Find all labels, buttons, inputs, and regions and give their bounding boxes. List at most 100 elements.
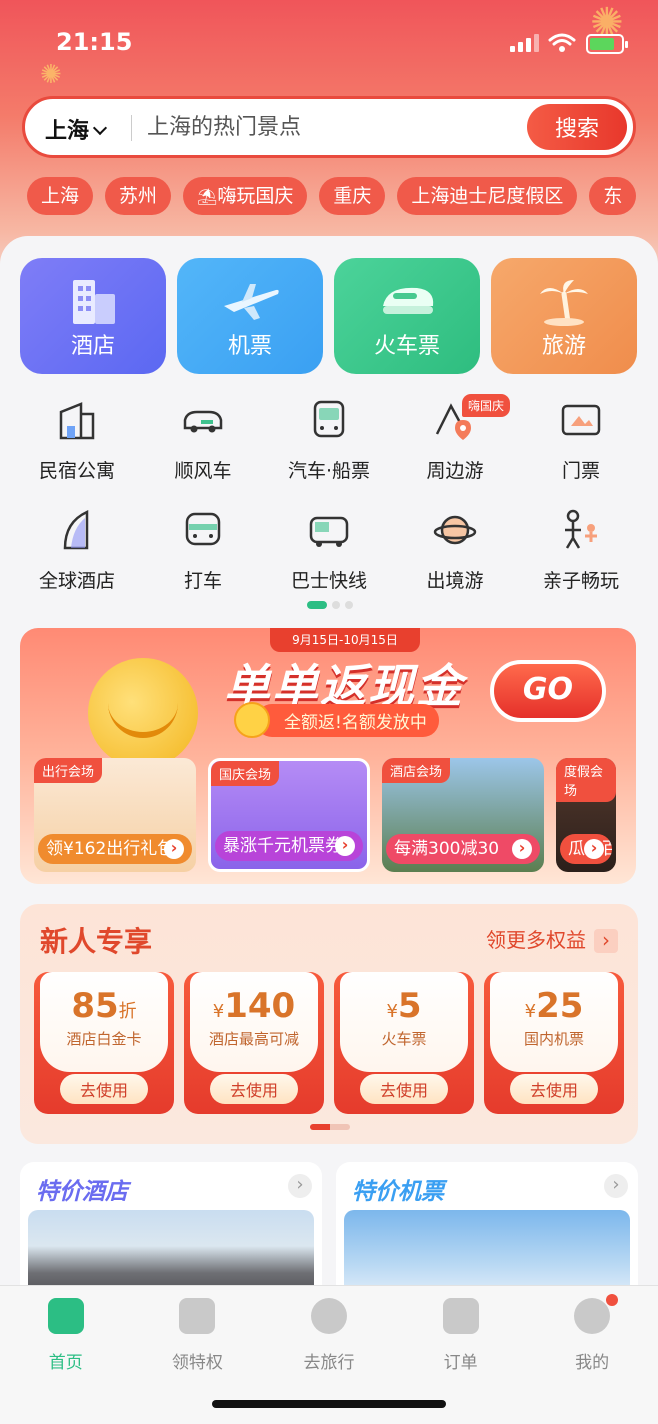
tab-label: 订单 bbox=[443, 1353, 478, 1373]
tab-privileges[interactable]: 领特权 bbox=[132, 1286, 264, 1373]
search-divider bbox=[131, 115, 132, 141]
tickets-item[interactable]: 门票 bbox=[518, 398, 644, 482]
express-bus-item[interactable]: 巴士快线 bbox=[266, 508, 392, 592]
ticket-picture-icon bbox=[561, 404, 601, 436]
status-time: 21:15 bbox=[56, 28, 133, 56]
venue-action[interactable]: 领¥162出行礼包 bbox=[38, 834, 192, 864]
card-title: 特价酒店 bbox=[36, 1179, 128, 1205]
airplane-icon bbox=[224, 284, 279, 320]
ride-share-item[interactable]: 顺风车 bbox=[140, 398, 266, 482]
wifi-icon bbox=[548, 33, 576, 52]
travel-tile[interactable]: 旅游 bbox=[491, 258, 637, 374]
palm-tree-icon bbox=[540, 280, 588, 326]
home-indicator[interactable] bbox=[212, 1400, 446, 1408]
search-button[interactable]: 搜索 bbox=[527, 104, 627, 150]
sail-building-icon bbox=[63, 510, 89, 550]
chip-national-day[interactable]: ⛱嗨玩国庆 bbox=[183, 177, 308, 215]
venue-action[interactable]: 每满300减30 bbox=[386, 834, 540, 864]
card-title: 特价机票 bbox=[352, 1179, 444, 1205]
homestay-item[interactable]: 民宿公寓 bbox=[14, 398, 140, 482]
use-coupon-button[interactable]: 去使用 bbox=[60, 1074, 148, 1104]
venue-action[interactable]: 暴涨千元机票券 bbox=[215, 831, 363, 861]
status-bar: 21:15 bbox=[0, 24, 658, 64]
promo-tag: 嗨国庆 bbox=[462, 394, 511, 417]
planet-icon bbox=[310, 1298, 347, 1334]
venue-hotel[interactable]: 酒店会场 每满300减30 bbox=[382, 758, 544, 872]
house-icon bbox=[59, 402, 95, 440]
train-tile[interactable]: 火车票 bbox=[334, 258, 480, 374]
more-benefits-link[interactable]: 领更多权益 › bbox=[486, 924, 618, 953]
outbound-trip-item[interactable]: 出境游 bbox=[392, 508, 518, 592]
coupon-page-indicator bbox=[310, 1124, 350, 1130]
travel-label: 旅游 bbox=[541, 334, 586, 359]
special-hotel-card[interactable]: 特价酒店 › bbox=[20, 1162, 322, 1302]
venue-action[interactable]: 瓜分百 bbox=[560, 834, 612, 864]
coupon-desc: 酒店最高可减 bbox=[208, 1030, 299, 1048]
coupon-hotel-platinum[interactable]: 85折 酒店白金卡 去使用 bbox=[34, 972, 174, 1114]
chevron-right-icon[interactable]: › bbox=[604, 1174, 628, 1198]
venue-tag: 度假会场 bbox=[556, 758, 616, 802]
ride-share-label: 顺风车 bbox=[174, 460, 232, 482]
secondary-services: 民宿公寓 顺风车 汽车·船票 嗨国庆 周边游 门票 全球酒店 打车 巴士快线 出… bbox=[14, 394, 644, 592]
chip-more[interactable]: 东 bbox=[589, 177, 637, 215]
chip-disney[interactable]: 上海迪士尼度假区 bbox=[397, 177, 578, 215]
promo-subtitle: 全额返!名额发放中 bbox=[256, 704, 439, 737]
family-icon bbox=[565, 509, 597, 549]
cashback-banner[interactable]: 9月15日-10月15日 单单返现金 全额返!名额发放中 GO 出行会场 领¥1… bbox=[20, 628, 636, 884]
taxi-item[interactable]: 打车 bbox=[140, 508, 266, 592]
diamond-icon bbox=[179, 1298, 216, 1334]
hotel-label: 酒店 bbox=[70, 334, 115, 359]
hotel-tile[interactable]: 酒店 bbox=[20, 258, 166, 374]
coupon-list: 85折 酒店白金卡 去使用 ¥140 酒店最高可减 去使用 ¥5 火车票 去使用… bbox=[34, 972, 624, 1114]
venue-travel[interactable]: 出行会场 领¥162出行礼包 bbox=[34, 758, 196, 872]
express-bus-label: 巴士快线 bbox=[290, 570, 367, 592]
smile-coin-icon bbox=[234, 702, 270, 738]
special-flight-card[interactable]: 特价机票 › bbox=[336, 1162, 638, 1302]
coupon-amount: ¥140 bbox=[212, 986, 296, 1026]
chevron-right-icon: › bbox=[594, 929, 618, 953]
tab-me[interactable]: 我的 bbox=[526, 1286, 658, 1373]
coupon-domestic-flight[interactable]: ¥25 国内机票 去使用 bbox=[484, 972, 624, 1114]
tab-orders[interactable]: 订单 bbox=[395, 1286, 527, 1373]
flight-tile[interactable]: 机票 bbox=[177, 258, 323, 374]
coupon-hotel-discount[interactable]: ¥140 酒店最高可减 去使用 bbox=[184, 972, 324, 1114]
search-input[interactable] bbox=[147, 111, 517, 143]
coupon-train[interactable]: ¥5 火车票 去使用 bbox=[334, 972, 474, 1114]
hotel-building-icon bbox=[73, 280, 115, 324]
tab-home[interactable]: 首页 bbox=[0, 1286, 132, 1373]
coupon-desc: 国内机票 bbox=[523, 1030, 584, 1048]
tab-go-travel[interactable]: 去旅行 bbox=[263, 1286, 395, 1373]
coin-mascot-icon bbox=[88, 658, 198, 768]
chip-chongqing[interactable]: 重庆 bbox=[319, 177, 386, 215]
bus-ship-label: 汽车·船票 bbox=[287, 460, 371, 482]
order-list-icon bbox=[442, 1298, 479, 1334]
go-button[interactable]: GO bbox=[490, 660, 606, 722]
nearby-trip-item[interactable]: 嗨国庆 周边游 bbox=[392, 394, 518, 482]
outbound-trip-label: 出境游 bbox=[426, 570, 484, 592]
chevron-right-icon[interactable]: › bbox=[288, 1174, 312, 1198]
bus-icon bbox=[313, 400, 345, 438]
venue-vacation[interactable]: 度假会场 瓜分百 bbox=[556, 758, 616, 872]
taxi-icon bbox=[185, 512, 221, 546]
family-fun-item[interactable]: 亲子畅玩 bbox=[518, 508, 644, 592]
global-hotel-label: 全球酒店 bbox=[38, 570, 115, 592]
coupon-amount: ¥5 bbox=[386, 986, 422, 1026]
train-label: 火车票 bbox=[373, 334, 440, 359]
city-selector[interactable]: 上海 bbox=[45, 113, 108, 145]
use-coupon-button[interactable]: 去使用 bbox=[210, 1074, 298, 1104]
global-hotel-item[interactable]: 全球酒店 bbox=[14, 508, 140, 592]
home-icon bbox=[47, 1298, 84, 1334]
venue-national-day[interactable]: 国庆会场 暴涨千元机票券 bbox=[208, 758, 370, 872]
more-benefits-label: 领更多权益 bbox=[486, 928, 586, 952]
use-coupon-button[interactable]: 去使用 bbox=[510, 1074, 598, 1104]
chip-suzhou[interactable]: 苏州 bbox=[105, 177, 172, 215]
bus-ship-item[interactable]: 汽车·船票 bbox=[266, 398, 392, 482]
primary-services: 酒店 机票 火车票 旅游 bbox=[20, 258, 637, 374]
use-coupon-button[interactable]: 去使用 bbox=[360, 1074, 448, 1104]
beach-icon: ⛱ bbox=[197, 187, 218, 206]
coupon-desc: 酒店白金卡 bbox=[66, 1030, 142, 1048]
tab-label: 领特权 bbox=[171, 1353, 223, 1373]
chip-shanghai[interactable]: 上海 bbox=[27, 177, 94, 215]
battery-icon bbox=[586, 34, 628, 54]
newcomer-title: 新人专享 bbox=[40, 925, 153, 958]
